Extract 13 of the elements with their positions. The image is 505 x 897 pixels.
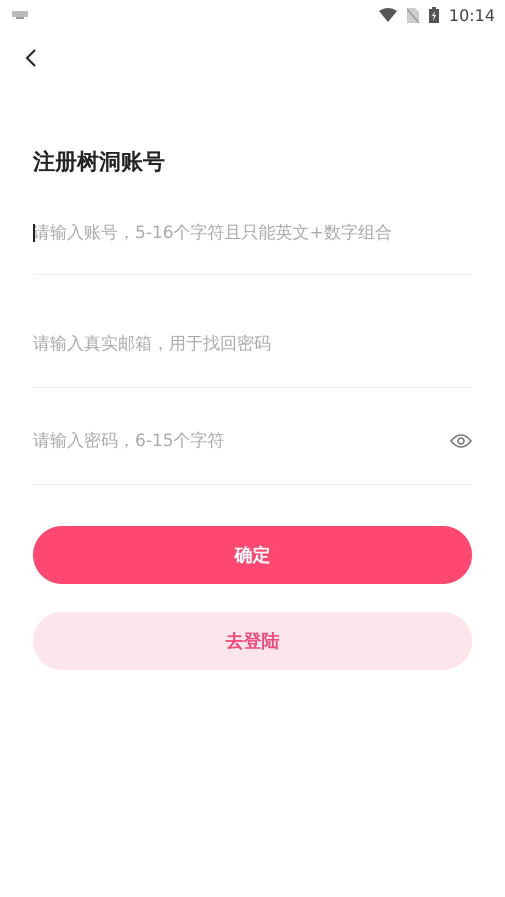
keyboard-icon [12,11,28,19]
login-button[interactable]: 去登陆 [33,612,472,670]
page-title: 注册树洞账号 [33,149,166,177]
status-time: 10:14 [448,6,495,24]
battery-icon [428,7,439,23]
eye-icon[interactable] [450,434,472,448]
input-field[interactable]: 请输入真实邮箱，用于找回密码 [33,333,472,355]
no-sim-icon [406,8,419,22]
back-icon[interactable] [25,48,37,68]
input-field[interactable]: 请输入密码，6-15个字符 [33,430,450,452]
input-field[interactable]: 请输入账号，5-16个字符且只能英文+数字组合 [33,222,472,244]
wifi-icon [378,8,397,22]
confirm-button[interactable]: 确定 [33,526,472,584]
